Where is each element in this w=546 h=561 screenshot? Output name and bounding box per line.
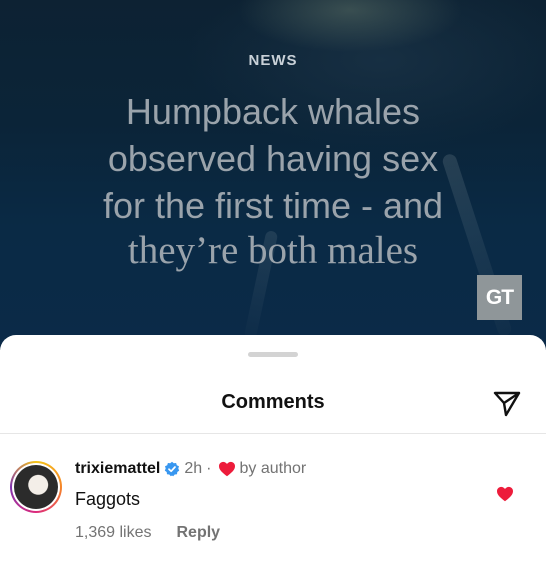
avatar: [14, 465, 58, 509]
comment-likes-count[interactable]: 1,369 likes: [75, 524, 152, 542]
reply-button[interactable]: Reply: [177, 524, 221, 542]
verified-badge-icon: [164, 461, 180, 477]
comment-text: Faggots: [75, 489, 141, 509]
comment-actions: 1,369 likes Reply: [75, 524, 220, 542]
comment-item: trixiemattel 2h · by author Faggots 1,36…: [0, 447, 546, 547]
comment-meta: trixiemattel 2h · by author: [75, 460, 306, 478]
headline-line-serif: they’re both males: [127, 229, 419, 272]
comment-timestamp: 2h: [184, 460, 203, 477]
headline-line: for the first time - and: [102, 185, 444, 226]
comments-sheet: Comments trixiemattel 2h · by author Fag…: [0, 335, 546, 561]
liked-by-author-label: by author: [239, 460, 307, 477]
separator-dot: ·: [206, 460, 212, 477]
headline: Humpback whales observed having sex for …: [40, 88, 506, 273]
headline-line: observed having sex: [107, 138, 439, 179]
post-image: NEWS Humpback whales observed having sex…: [0, 0, 546, 350]
sheet-title: Comments: [221, 391, 325, 413]
gt-logo: GT: [477, 275, 522, 320]
comment-username[interactable]: trixiemattel: [75, 460, 160, 478]
headline-line: Humpback whales: [125, 91, 421, 132]
send-button[interactable]: [490, 386, 524, 420]
drag-handle[interactable]: [248, 352, 298, 357]
send-icon: [493, 391, 521, 417]
heart-filled-icon: [218, 461, 236, 477]
like-button[interactable]: [494, 483, 516, 505]
heart-filled-icon: [497, 486, 513, 502]
news-category-label: NEWS: [248, 52, 298, 69]
divider: [0, 433, 546, 434]
avatar-story-ring[interactable]: [10, 461, 62, 513]
